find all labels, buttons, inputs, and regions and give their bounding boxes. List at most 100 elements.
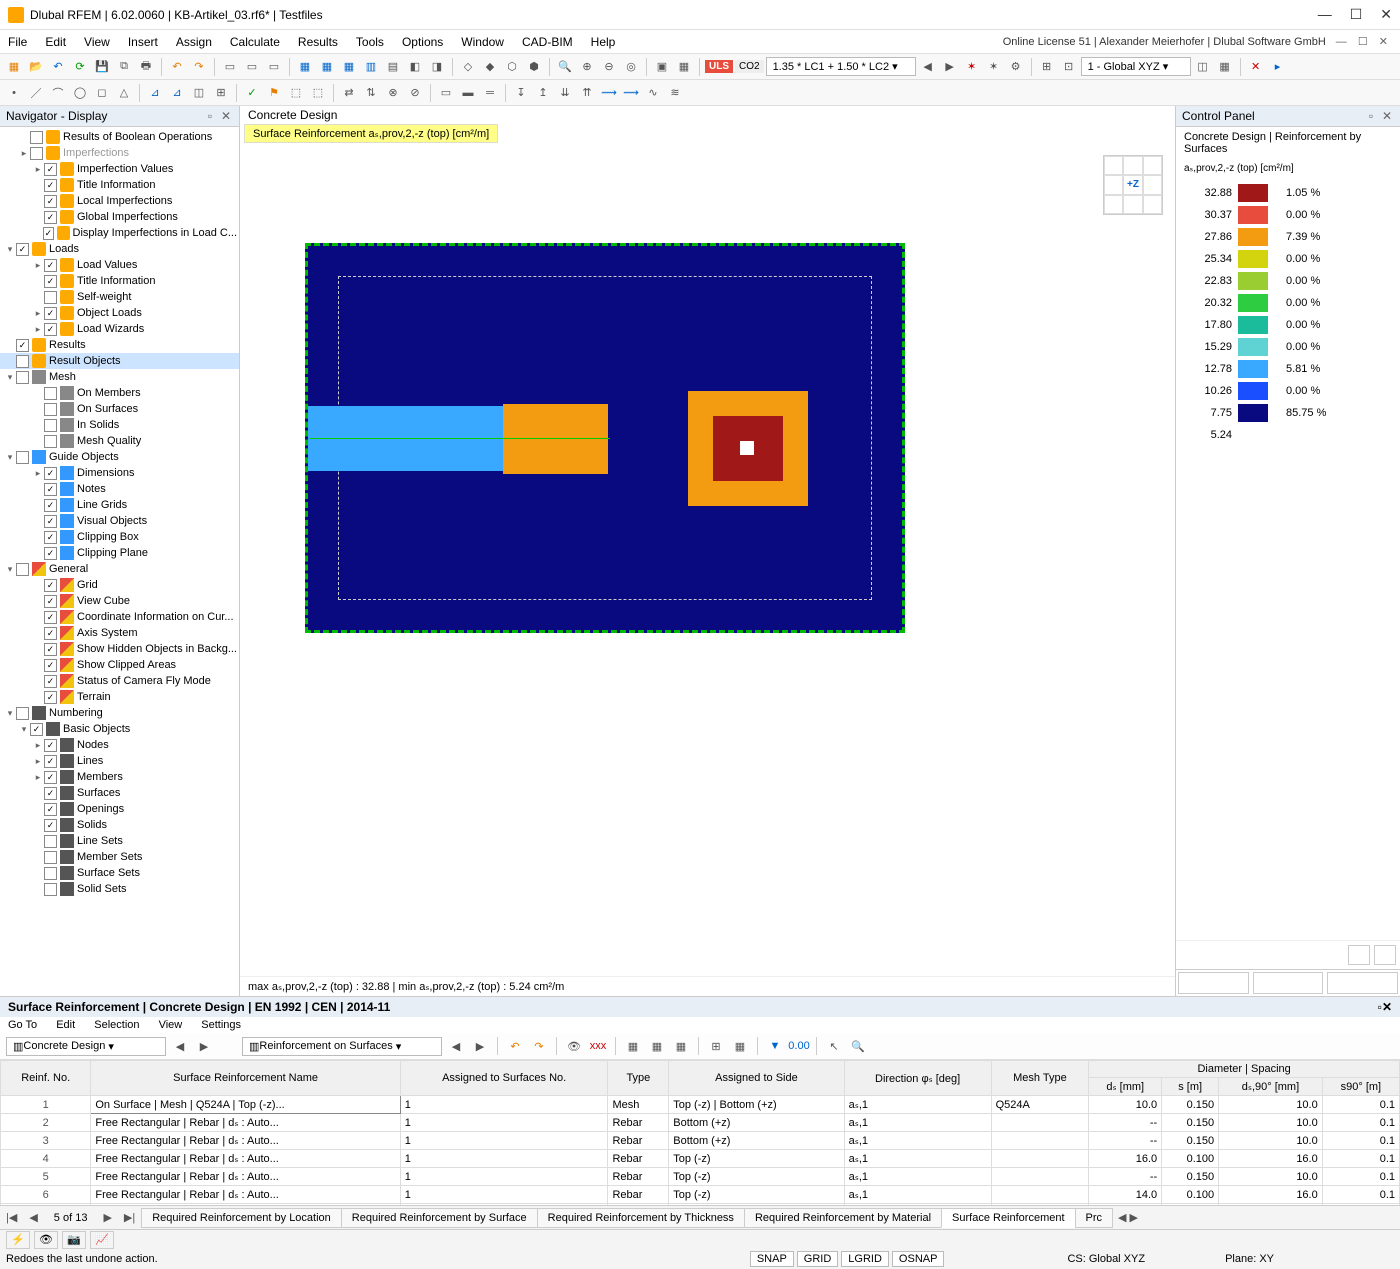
checkbox[interactable] [44, 419, 57, 432]
menu-insert[interactable]: Insert [128, 35, 158, 49]
tree-item[interactable]: ▾Basic Objects [0, 721, 239, 737]
checkbox[interactable] [44, 835, 57, 848]
tool-icon[interactable]: ◫ [1193, 57, 1213, 77]
checkbox[interactable] [44, 179, 57, 192]
table-menu-goto[interactable]: Go To [8, 1019, 37, 1031]
redo-icon[interactable]: ⟳ [70, 57, 90, 77]
checkbox[interactable] [44, 883, 57, 896]
tree-item[interactable]: Self-weight [0, 289, 239, 305]
tree-item[interactable]: Terrain [0, 689, 239, 705]
checkbox[interactable] [44, 627, 57, 640]
tree-item[interactable]: ▾Numbering [0, 705, 239, 721]
tool-icon[interactable]: ▦ [1215, 57, 1235, 77]
tree-item[interactable]: Title Information [0, 273, 239, 289]
checkbox[interactable] [44, 851, 57, 864]
tree-item[interactable]: ▾Guide Objects [0, 449, 239, 465]
tree-item[interactable]: Surfaces [0, 785, 239, 801]
checkbox[interactable] [44, 499, 57, 512]
tool-icon[interactable]: ⊿ [167, 83, 187, 103]
view-cube[interactable]: +Z [1103, 155, 1163, 215]
tool-icon[interactable]: ▭ [264, 57, 284, 77]
draw-icon[interactable]: ／ [26, 83, 46, 103]
checkbox[interactable] [44, 515, 57, 528]
tool-icon[interactable]: ⟿ [599, 83, 619, 103]
tool-icon[interactable]: 🔍 [555, 57, 575, 77]
tool-icon[interactable]: ⊘ [405, 83, 425, 103]
checkbox[interactable] [44, 307, 57, 320]
tree-item[interactable]: Axis System [0, 625, 239, 641]
lgrid-toggle[interactable]: LGRID [841, 1251, 889, 1267]
cp-button[interactable] [1348, 945, 1370, 965]
view-icon[interactable]: ◧ [405, 57, 425, 77]
table-row[interactable]: 6Free Rectangular | Rebar | dₛ : Auto...… [1, 1186, 1400, 1204]
checkbox[interactable] [16, 355, 29, 368]
checkbox[interactable] [44, 387, 57, 400]
tool-icon[interactable]: ⊗ [383, 83, 403, 103]
view-icon[interactable]: ▥ [361, 57, 381, 77]
prev-page-icon[interactable]: ◀ [23, 1211, 43, 1224]
checkbox[interactable] [44, 739, 57, 752]
tree-item[interactable]: Local Imperfections [0, 193, 239, 209]
tool-icon[interactable]: ≋ [665, 83, 685, 103]
checkbox[interactable] [44, 435, 57, 448]
tree-item[interactable]: ▸Load Wizards [0, 321, 239, 337]
tab[interactable]: Required Reinforcement by Location [141, 1208, 342, 1228]
draw-icon[interactable]: ◯ [70, 83, 90, 103]
checkbox[interactable] [44, 323, 57, 336]
undock-icon[interactable]: ▫ [203, 109, 217, 123]
checkbox[interactable] [16, 563, 29, 576]
tree-item[interactable]: In Solids [0, 417, 239, 433]
checkbox[interactable] [16, 371, 29, 384]
new-icon[interactable]: ▦ [4, 57, 24, 77]
tool-icon[interactable]: ◆ [480, 57, 500, 77]
tree-item[interactable]: ▸Nodes [0, 737, 239, 753]
tool-icon[interactable]: ↶ [505, 1036, 525, 1056]
tool-icon[interactable]: ⇄ [339, 83, 359, 103]
tree-item[interactable]: On Surfaces [0, 401, 239, 417]
cp-button[interactable] [1374, 945, 1396, 965]
table-row[interactable]: 3Free Rectangular | Rebar | dₛ : Auto...… [1, 1132, 1400, 1150]
tool-icon[interactable]: ▦ [671, 1036, 691, 1056]
tool-icon[interactable]: ▦ [730, 1036, 750, 1056]
mdi-buttons[interactable]: — ☐ ✕ [1336, 35, 1392, 48]
tool-icon[interactable]: ⊿ [145, 83, 165, 103]
menu-calculate[interactable]: Calculate [230, 35, 280, 49]
table-row[interactable]: 2Free Rectangular | Rebar | dₛ : Auto...… [1, 1114, 1400, 1132]
table-menu-selection[interactable]: Selection [94, 1019, 139, 1031]
tree-item[interactable]: Grid [0, 577, 239, 593]
draw-icon[interactable]: △ [114, 83, 134, 103]
decimals-icon[interactable]: 0.00 [789, 1036, 809, 1056]
table-row[interactable]: 1On Surface | Mesh | Q524A | Top (-z)...… [1, 1096, 1400, 1114]
tree-item[interactable]: ▾General [0, 561, 239, 577]
checkbox[interactable] [30, 131, 43, 144]
loadcase-combo[interactable]: 1.35 * LC1 + 1.50 * LC2 ▾ [766, 57, 916, 76]
tree-item[interactable]: Openings [0, 801, 239, 817]
draw-icon[interactable]: ⌒ [48, 83, 68, 103]
checkbox[interactable] [44, 211, 57, 224]
tree-item[interactable]: ▸Object Loads [0, 305, 239, 321]
last-page-icon[interactable]: ▶| [118, 1211, 141, 1224]
table-menu-view[interactable]: View [159, 1019, 183, 1031]
checkbox[interactable] [44, 291, 57, 304]
draw-icon[interactable]: ◻ [92, 83, 112, 103]
checkbox[interactable] [44, 579, 57, 592]
table-menu-settings[interactable]: Settings [201, 1019, 241, 1031]
checkbox[interactable] [44, 675, 57, 688]
save-icon[interactable]: 💾 [92, 57, 112, 77]
view-icon[interactable]: ▦ [295, 57, 315, 77]
chart-icon[interactable]: 📈 [90, 1231, 114, 1249]
checkbox[interactable] [16, 339, 29, 352]
tool-icon[interactable]: ⊞ [1037, 57, 1057, 77]
tool-icon[interactable]: ⬚ [308, 83, 328, 103]
checkbox[interactable] [43, 227, 55, 240]
minimize-button[interactable]: — [1318, 6, 1332, 23]
checkbox[interactable] [44, 275, 57, 288]
tool-icon[interactable]: ⟿ [621, 83, 641, 103]
reinforcement-table[interactable]: Reinf. No. Surface Reinforcement Name As… [0, 1060, 1400, 1205]
checkbox[interactable] [30, 723, 43, 736]
tab[interactable]: Required Reinforcement by Thickness [537, 1208, 745, 1228]
cs-combo[interactable]: 1 - Global XYZ ▾ [1081, 57, 1191, 76]
checkbox[interactable] [44, 611, 57, 624]
tree-item[interactable]: Line Sets [0, 833, 239, 849]
print-icon[interactable]: 🖶 [136, 57, 156, 77]
